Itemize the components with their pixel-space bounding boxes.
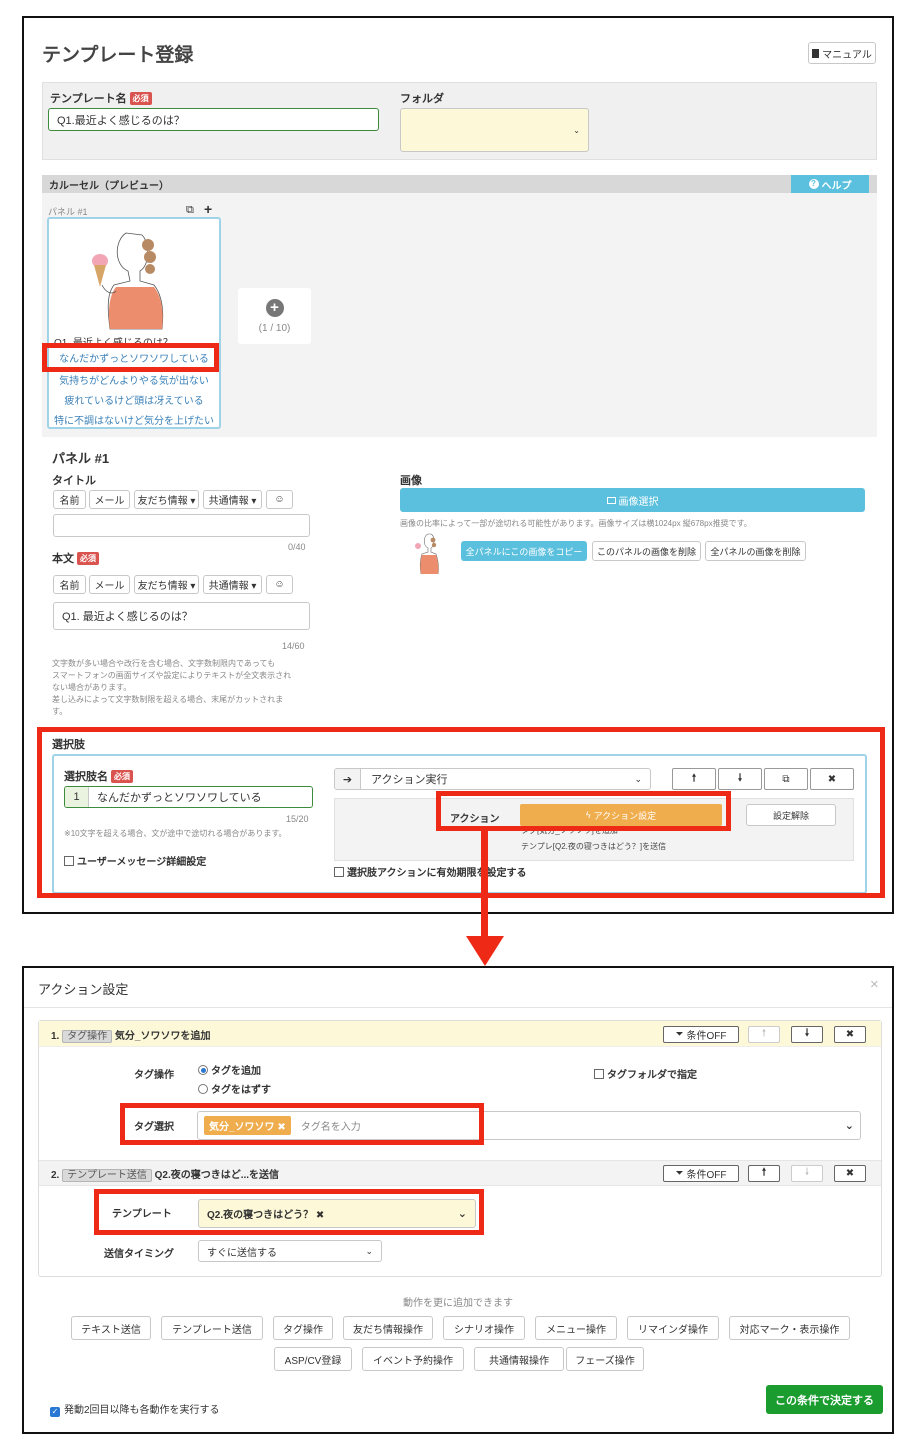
move-down-button-row1[interactable]: 🠗 (791, 1026, 823, 1043)
add-template-send-button[interactable]: テンプレート送信 (161, 1316, 263, 1340)
plus-circle-icon: + (265, 298, 284, 317)
add-scenario-op-button[interactable]: シナリオ操作 (443, 1316, 525, 1340)
add-tag-op-button[interactable]: タグ操作 (273, 1316, 333, 1340)
chevron-down-icon: ⌄ (844, 1120, 854, 1132)
add-friend-info-op-button[interactable]: 友だち情報操作 (343, 1316, 433, 1340)
insert-mail-button[interactable]: メール (89, 490, 130, 509)
body-input[interactable]: Q1. 最近よく感じるのは？ (53, 602, 310, 630)
filter-icon: ⏷ (675, 1029, 684, 1040)
image-label: 画像 (400, 475, 422, 487)
insert-friend-info-button[interactable]: 友だち情報 ▾ (134, 490, 199, 509)
body-label: 本文 必須 (52, 550, 99, 566)
title-counter: 0/40 (288, 542, 306, 552)
delete-button-row2[interactable]: ✖ (834, 1165, 866, 1182)
body-counter: 14/60 (282, 641, 305, 651)
preview-choice-3[interactable]: 疲れているけど頭は冴えている (49, 392, 219, 407)
move-up-button-row1[interactable]: 🠕 (748, 1026, 780, 1043)
title-input[interactable] (53, 514, 310, 537)
insert-mail-button-2[interactable]: メール (89, 575, 130, 594)
delete-all-panel-images-button[interactable]: 全パネルの画像を削除 (705, 541, 806, 561)
add-panel-button[interactable]: + (1 / 10) (238, 288, 311, 344)
chevron-down-icon: ⌄ (573, 125, 580, 135)
timing-label: 送信タイミング (104, 1249, 174, 1260)
highlight-preview-choice (42, 343, 219, 372)
highlight-template-select (94, 1189, 484, 1235)
body-note: 文字数が多い場合や改行を含む場合、文字数制限内であっても スマートフォンの画面サイ… (52, 659, 292, 716)
action-row-1-title: 1. タグ操作 気分_ソワソワを追加 (51, 1030, 211, 1043)
add-phase-op-button[interactable]: フェーズ操作 (566, 1347, 644, 1371)
image-select-button[interactable]: 画像選択 (400, 488, 865, 512)
question-icon: ? (808, 179, 819, 189)
condition-off-button-2[interactable]: ⏷ 条件OFF (663, 1165, 739, 1182)
insert-common-info-button[interactable]: 共通情報 ▾ (203, 490, 262, 509)
add-panel-icon[interactable]: + (204, 201, 212, 217)
add-reminder-op-button[interactable]: リマインダ操作 (627, 1316, 719, 1340)
chevron-down-icon: ⌄ (365, 1245, 373, 1256)
image-icon (606, 496, 616, 504)
copy-panel-icon[interactable]: ⧉ (186, 204, 194, 217)
condition-off-button[interactable]: ⏷ 条件OFF (663, 1026, 739, 1043)
template-name-label: テンプレート名 必須 (50, 90, 152, 106)
emoji-button[interactable]: ☺ (266, 490, 293, 509)
connector-line (481, 828, 488, 938)
illustration-image (92, 232, 164, 330)
radio-remove-tag[interactable]: タグをはずす (198, 1081, 271, 1096)
panel-heading: パネル #1 (52, 451, 110, 466)
add-event-reserve-op-button[interactable]: イベント予約操作 (362, 1347, 464, 1371)
insert-common-info-button-2[interactable]: 共通情報 ▾ (203, 575, 262, 594)
insert-name-button[interactable]: 名前 (53, 490, 86, 509)
image-thumbnail (415, 533, 439, 574)
action-row-2-title: 2. テンプレート送信 Q2.夜の寝つきはど...を送信 (51, 1169, 280, 1182)
move-up-button-row2[interactable]: 🠕 (748, 1165, 780, 1182)
action-list (38, 1020, 882, 1277)
tag-op-label: タグ操作 (134, 1070, 174, 1081)
preview-choice-2[interactable]: 気持ちがどんよりやる気が出ない (49, 372, 219, 387)
help-button[interactable]: ? ヘルプ (791, 175, 869, 193)
delete-this-panel-image-button[interactable]: このパネルの画像を削除 (592, 541, 701, 561)
emoji-icon: ☺ (274, 579, 285, 590)
emoji-icon: ☺ (274, 494, 285, 505)
add-menu-op-button[interactable]: メニュー操作 (535, 1316, 617, 1340)
filter-icon: ⏷ (675, 1168, 684, 1179)
insert-friend-info-button-2[interactable]: 友だち情報 ▾ (134, 575, 199, 594)
title-label: タイトル (52, 475, 96, 487)
close-icon[interactable]: × (870, 976, 879, 993)
add-text-send-button[interactable]: テキスト送信 (71, 1316, 151, 1340)
highlight-action-button (436, 791, 731, 831)
add-more-text: 動作を更に追加できます (403, 1298, 513, 1309)
modal-title: アクション設定 (38, 982, 129, 997)
radio-add-tag[interactable]: タグを追加 (198, 1062, 261, 1077)
emoji-button-2[interactable]: ☺ (266, 575, 293, 594)
image-note: 画像の比率によって一部が途切れる可能性があります。画像サイズは横1024px 縦… (400, 519, 752, 528)
insert-name-button-2[interactable]: 名前 (53, 575, 86, 594)
folder-label: フォルダ (400, 93, 444, 105)
folder-select[interactable]: ⌄ (400, 108, 589, 152)
timing-select[interactable]: すぐに送信する ⌄ (198, 1240, 382, 1262)
repeat-checkbox[interactable]: ✓ 発動2回目以降も各動作を実行する (50, 1401, 220, 1417)
arrow-down-icon (466, 936, 504, 966)
add-common-info-op-button[interactable]: 共通情報操作 (474, 1347, 564, 1371)
manual-button[interactable]: マニュアル (808, 42, 876, 64)
preview-choice-4[interactable]: 特に不調はないけど気分を上げたい (49, 412, 219, 427)
copy-to-all-panels-button[interactable]: 全パネルにこの画像をコピー (461, 541, 587, 561)
modal-divider (24, 1007, 892, 1008)
move-down-button-row2[interactable]: 🠗 (791, 1165, 823, 1182)
template-name-input[interactable]: Q1.最近よく感じるのは？ (48, 108, 379, 131)
required-badge: 必須 (129, 92, 152, 105)
book-icon (812, 48, 820, 58)
highlight-tag-select (120, 1103, 484, 1145)
page-title: テンプレート登録 (42, 45, 194, 66)
checkbox-checked-icon: ✓ (50, 1407, 60, 1417)
submit-button[interactable]: この条件で決定する (766, 1385, 883, 1414)
carousel-header: カルーセル（プレビュー） (42, 175, 877, 193)
delete-button-row1[interactable]: ✖ (834, 1026, 866, 1043)
tag-folder-checkbox[interactable]: タグフォルダで指定 (594, 1066, 697, 1081)
add-asp-cv-button[interactable]: ASP/CV登録 (274, 1347, 352, 1371)
required-badge: 必須 (77, 552, 99, 565)
add-mark-display-op-button[interactable]: 対応マーク・表示操作 (729, 1316, 850, 1340)
